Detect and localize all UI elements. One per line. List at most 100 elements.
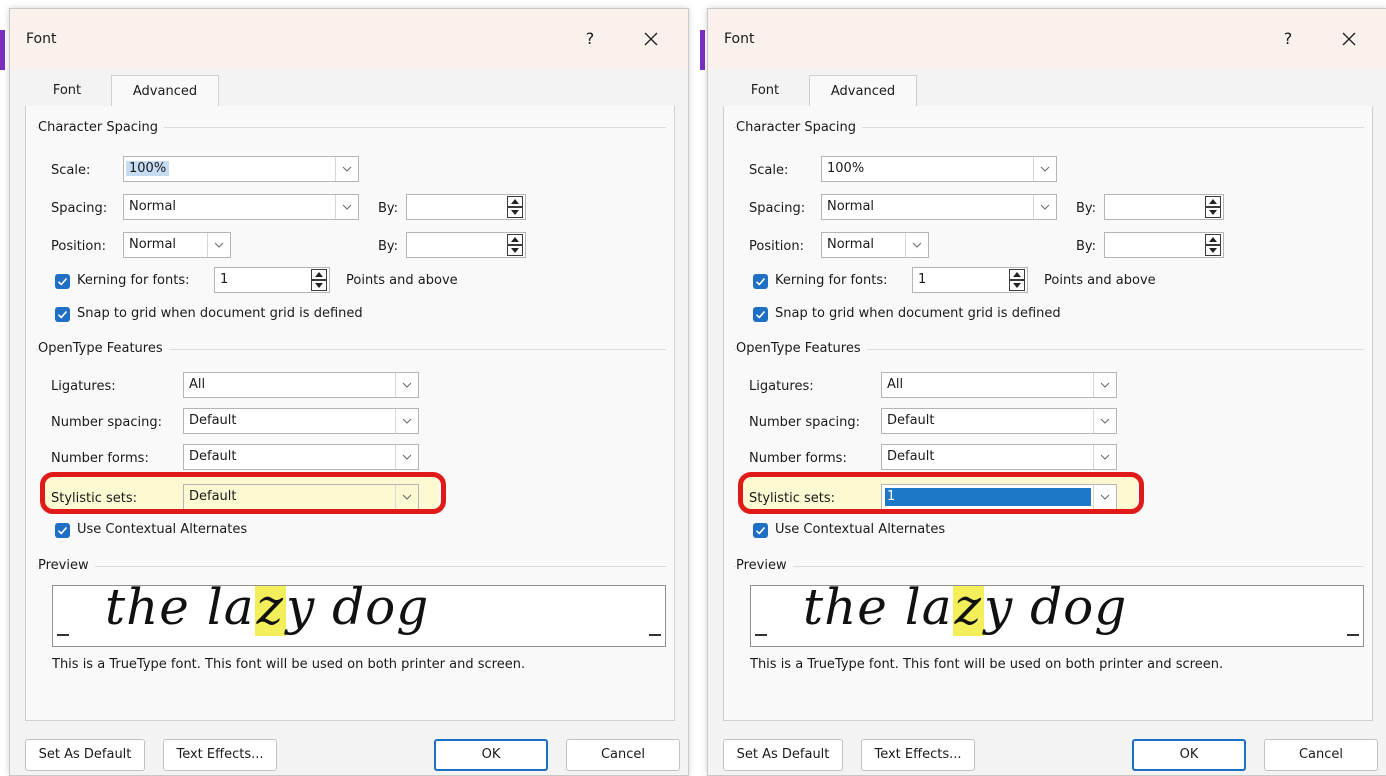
chevron-down-icon[interactable]	[395, 373, 418, 397]
cancel-button[interactable]: Cancel	[1264, 739, 1378, 771]
set-as-default-button[interactable]: Set As Default	[25, 739, 145, 771]
scale-value: 100%	[126, 161, 170, 176]
spin-down-icon[interactable]	[1205, 245, 1221, 256]
spin-up-icon[interactable]	[507, 196, 523, 207]
scale-combo[interactable]: 100%	[821, 156, 1057, 182]
snap-to-grid-checkbox[interactable]	[55, 307, 70, 322]
spacing-by-field[interactable]	[1104, 194, 1224, 220]
number-spacing-label: Number spacing:	[749, 415, 860, 430]
chevron-down-icon[interactable]	[395, 445, 418, 469]
chevron-down-icon[interactable]	[1033, 195, 1056, 219]
number-forms-combo[interactable]: Default	[183, 444, 419, 470]
spacing-label: Spacing:	[749, 201, 806, 216]
scale-value: 100%	[827, 161, 865, 176]
contextual-alternates-checkbox[interactable]	[55, 523, 70, 538]
kerning-field[interactable]: 1	[912, 267, 1028, 293]
chevron-down-icon[interactable]	[335, 195, 358, 219]
spacing-by-label: By:	[1076, 201, 1097, 216]
position-combo[interactable]: Normal	[123, 232, 231, 258]
tab-advanced[interactable]: Advanced	[111, 75, 219, 107]
chevron-down-icon[interactable]	[1093, 373, 1116, 397]
set-as-default-button[interactable]: Set As Default	[723, 739, 843, 771]
spin-up-icon[interactable]	[311, 269, 327, 280]
chevron-down-icon[interactable]	[395, 409, 418, 433]
position-by-label: By:	[1076, 239, 1097, 254]
spin-up-icon[interactable]	[1205, 234, 1221, 245]
kerning-value: 1	[918, 272, 927, 287]
cancel-button[interactable]: Cancel	[566, 739, 680, 771]
close-button[interactable]	[636, 25, 666, 53]
spin-down-icon[interactable]	[311, 280, 327, 291]
position-combo[interactable]: Normal	[821, 232, 929, 258]
preview-sample: the lazy dog	[105, 586, 429, 636]
number-spacing-combo[interactable]: Default	[183, 408, 419, 434]
stylistic-sets-value: 1	[887, 489, 896, 504]
chevron-down-icon[interactable]	[1093, 445, 1116, 469]
ligatures-combo[interactable]: All	[881, 372, 1117, 398]
spin-down-icon[interactable]	[507, 245, 523, 256]
text-effects-button[interactable]: Text Effects...	[861, 739, 975, 771]
spacing-combo[interactable]: Normal	[123, 194, 359, 220]
snap-to-grid-label: Snap to grid when document grid is defin…	[77, 306, 363, 321]
close-button[interactable]	[1334, 25, 1364, 53]
ligatures-combo[interactable]: All	[183, 372, 419, 398]
kerning-checkbox[interactable]	[55, 274, 70, 289]
spacing-value: Normal	[827, 199, 875, 214]
spacing-value: Normal	[129, 199, 177, 214]
chevron-down-icon[interactable]	[905, 233, 928, 257]
ligatures-label: Ligatures:	[51, 379, 116, 394]
text-effects-button[interactable]: Text Effects...	[163, 739, 277, 771]
tab-bar: Font Advanced	[723, 75, 1371, 107]
spin-up-icon[interactable]	[1205, 196, 1221, 207]
spin-down-icon[interactable]	[1205, 207, 1221, 218]
ok-button[interactable]: OK	[434, 739, 548, 771]
position-by-label: By:	[378, 239, 399, 254]
position-value: Normal	[827, 237, 875, 252]
tab-font[interactable]: Font	[735, 75, 795, 106]
ligatures-value: All	[887, 377, 904, 392]
number-spacing-combo[interactable]: Default	[881, 408, 1117, 434]
snap-to-grid-checkbox[interactable]	[753, 307, 768, 322]
kerning-value: 1	[220, 272, 229, 287]
number-spacing-value: Default	[887, 413, 935, 428]
chevron-down-icon[interactable]	[1033, 157, 1056, 181]
tab-bar: Font Advanced	[25, 75, 673, 107]
checkmark-icon	[755, 310, 766, 319]
chevron-down-icon[interactable]	[207, 233, 230, 257]
preview-box: the lazy dog	[750, 585, 1364, 647]
position-by-field[interactable]	[406, 232, 526, 258]
position-label: Position:	[51, 239, 106, 254]
chevron-down-icon[interactable]	[1093, 409, 1116, 433]
preview-highlight-glyph: z	[952, 586, 984, 636]
ok-button[interactable]: OK	[1132, 739, 1246, 771]
spacing-by-label: By:	[378, 201, 399, 216]
preview-box: the lazy dog	[52, 585, 666, 647]
checkmark-icon	[57, 310, 68, 319]
contextual-alternates-checkbox[interactable]	[753, 523, 768, 538]
advanced-panel: Character Spacing Scale: 100% Spacing: N…	[25, 106, 675, 721]
number-forms-combo[interactable]: Default	[881, 444, 1117, 470]
checkmark-icon	[57, 526, 68, 535]
checkmark-icon	[755, 277, 766, 286]
position-by-field[interactable]	[1104, 232, 1224, 258]
close-icon	[644, 32, 658, 46]
scale-combo[interactable]: 100%	[123, 156, 359, 182]
help-button[interactable]: ?	[1276, 27, 1300, 51]
checkmark-icon	[755, 526, 766, 535]
kerning-suffix: Points and above	[346, 273, 458, 288]
tab-advanced[interactable]: Advanced	[809, 75, 917, 107]
spin-down-icon[interactable]	[1009, 280, 1025, 291]
preview-heading: Preview	[38, 558, 95, 573]
kerning-checkbox[interactable]	[753, 274, 768, 289]
help-button[interactable]: ?	[578, 27, 602, 51]
character-spacing-heading: Character Spacing	[736, 120, 863, 135]
chevron-down-icon[interactable]	[335, 157, 358, 181]
spin-up-icon[interactable]	[1009, 269, 1025, 280]
spin-down-icon[interactable]	[507, 207, 523, 218]
spacing-by-field[interactable]	[406, 194, 526, 220]
kerning-field[interactable]: 1	[214, 267, 330, 293]
tab-font[interactable]: Font	[37, 75, 97, 106]
spacing-combo[interactable]: Normal	[821, 194, 1057, 220]
spin-up-icon[interactable]	[507, 234, 523, 245]
dialog-title: Font	[724, 31, 755, 47]
